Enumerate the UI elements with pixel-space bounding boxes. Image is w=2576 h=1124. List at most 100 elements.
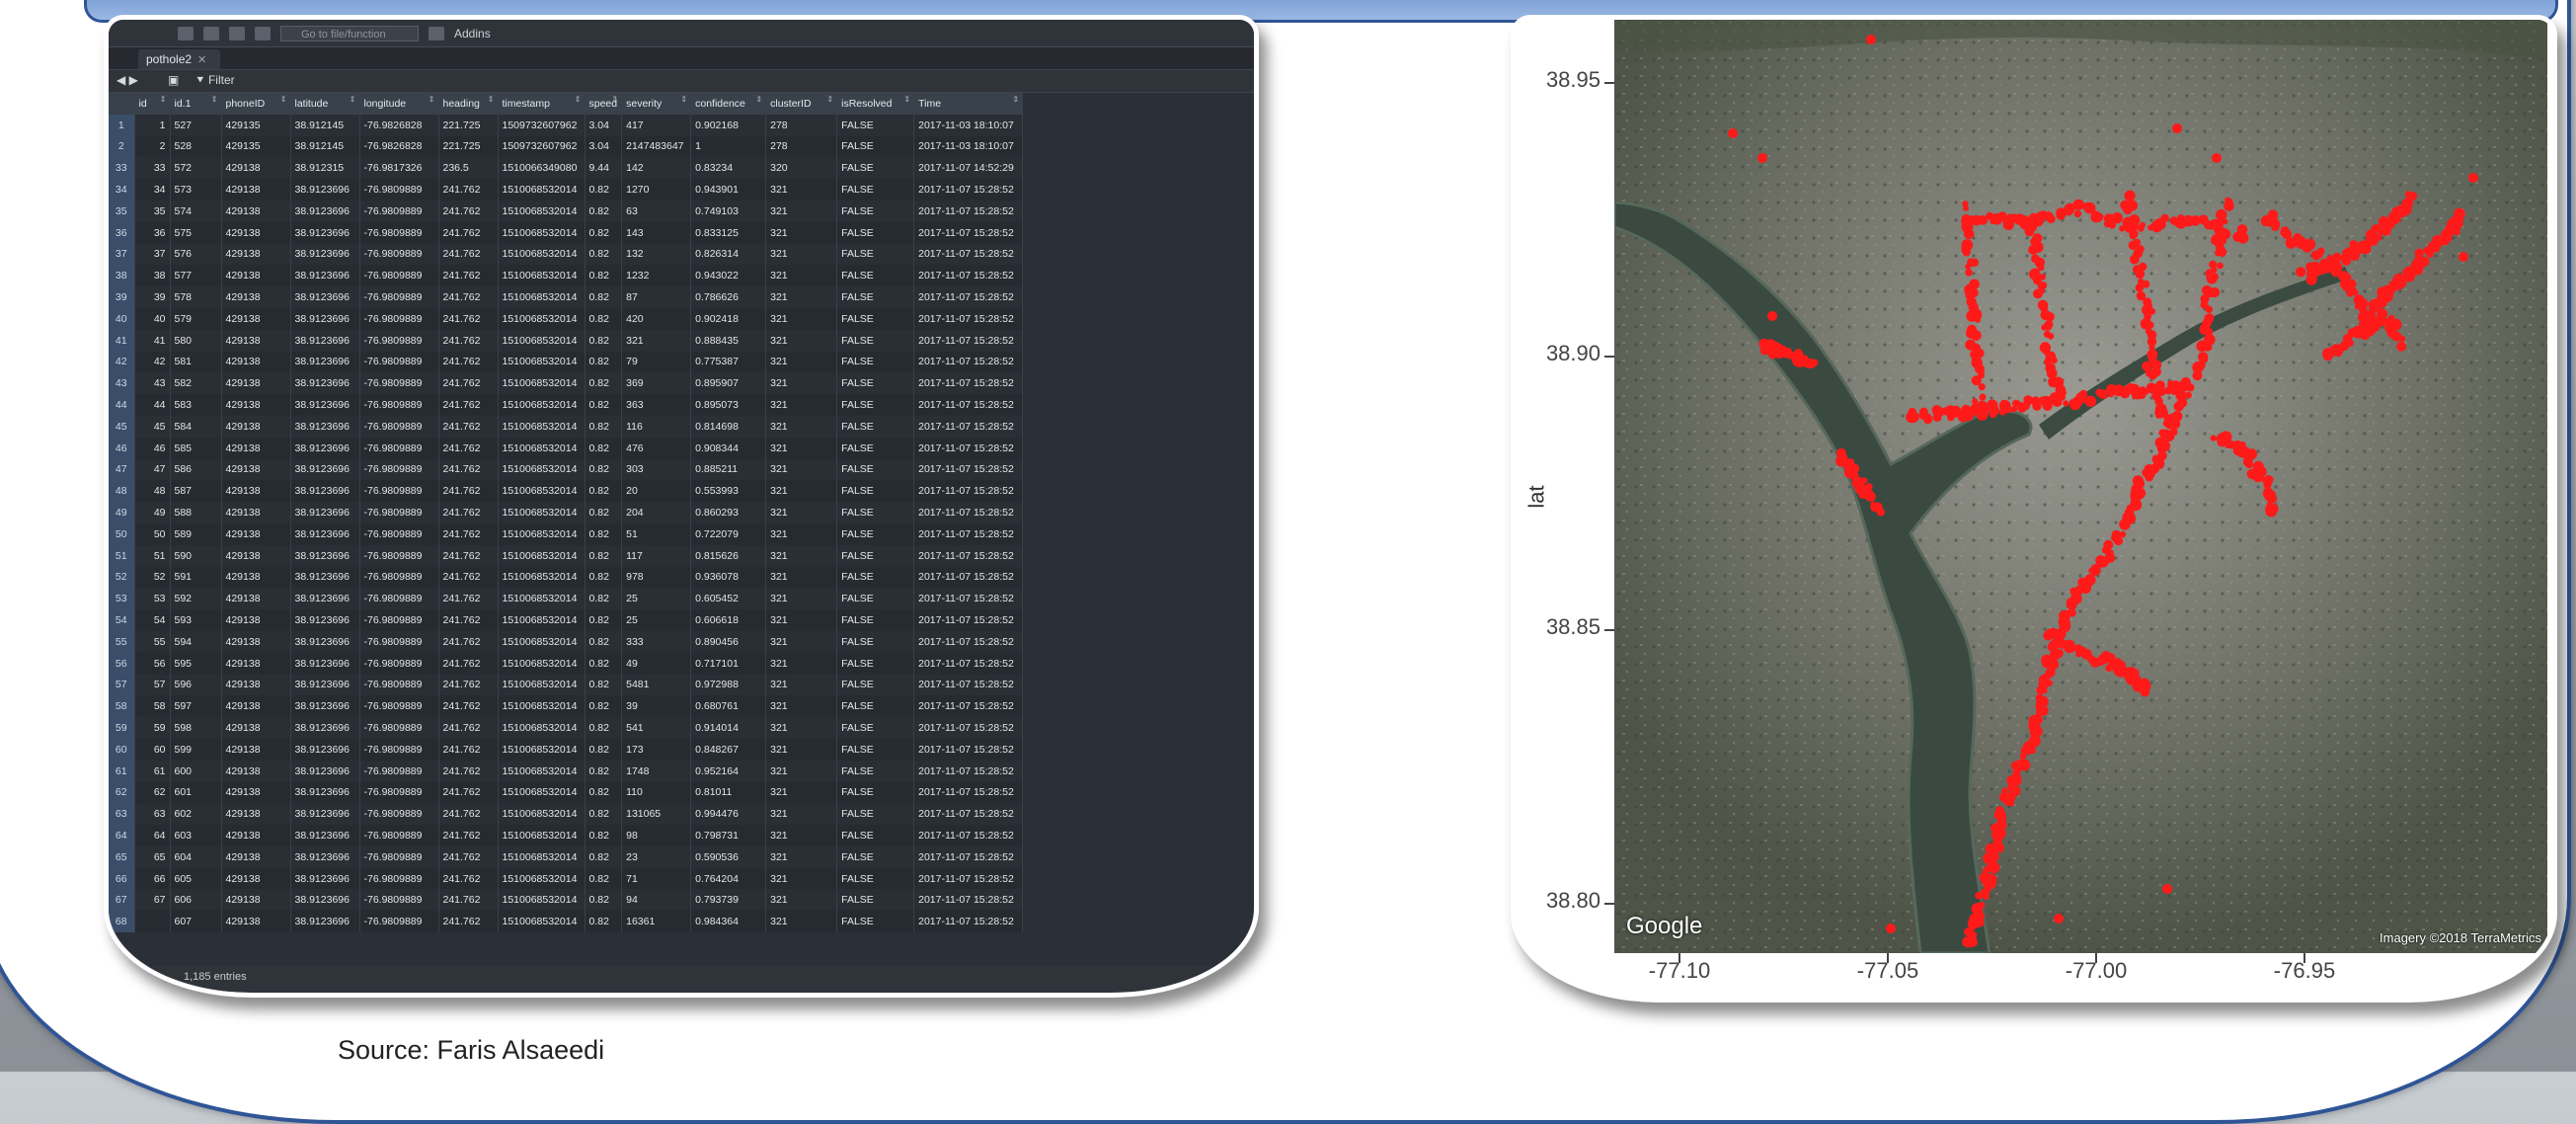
table-row[interactable]: 36 36 575 429138 38.9123696 -76.9809889 241.76… (109, 221, 1024, 244)
sort-icon[interactable]: ⇕ (611, 95, 618, 104)
table-cell: 417 (621, 114, 692, 136)
column-header[interactable]: isResolved ⇕ (836, 93, 915, 115)
sort-icon[interactable]: ⇕ (680, 95, 687, 104)
table-row[interactable]: 48 48 587 429138 38.9123696 -76.9809889 241.76… (109, 480, 1024, 503)
table-row[interactable]: 50 50 589 429138 38.9123696 -76.9809889 241.76… (109, 522, 1024, 545)
table-row[interactable]: 59 59 598 429138 38.9123696 -76.9809889 241.76… (109, 717, 1024, 739)
sort-icon[interactable]: ⇕ (350, 95, 356, 104)
table-row[interactable]: 55 55 594 429138 38.9123696 -76.9809889 241.76… (109, 630, 1024, 653)
table-row[interactable]: 45 45 584 429138 38.9123696 -76.9809889 241.76… (109, 415, 1024, 438)
column-header[interactable]: longitude ⇕ (359, 93, 439, 115)
pothole-point (2066, 599, 2077, 610)
table-cell: 9.44 (585, 157, 623, 180)
table-cell: 38.9123696 (290, 458, 360, 481)
table-row[interactable]: 35 35 574 429138 38.9123696 -76.9809889 241.76… (109, 200, 1024, 222)
table-row[interactable]: 66 66 605 429138 38.9123696 -76.9809889 241.76… (109, 867, 1024, 890)
table-row[interactable]: 62 62 601 429138 38.9123696 -76.9809889 241.76… (109, 781, 1024, 804)
table-row[interactable]: 47 47 586 429138 38.9123696 -76.9809889 241.76… (109, 458, 1024, 481)
table-row[interactable]: 58 58 597 429138 38.9123696 -76.9809889 241.76… (109, 695, 1024, 718)
save-icon[interactable] (229, 26, 245, 40)
column-header[interactable]: clusterID ⇕ (765, 93, 838, 115)
addins-menu[interactable]: Addins (454, 27, 491, 40)
table-row[interactable]: 65 65 604 429138 38.9123696 -76.9809889 241.76… (109, 845, 1024, 868)
table-row[interactable]: 2 2 528 429135 38.912145 -76.9826828 221.725 15… (109, 135, 1024, 158)
table-row[interactable]: 44 44 583 429138 38.9123696 -76.9809889 241.76… (109, 394, 1024, 416)
table-row[interactable]: 53 53 592 429138 38.9123696 -76.9809889 241.76… (109, 588, 1024, 610)
column-header[interactable]: phoneID ⇕ (221, 93, 291, 115)
table-row[interactable]: 64 64 603 429138 38.9123696 -76.9809889 241.76… (109, 825, 1024, 846)
table-row[interactable]: 46 46 585 429138 38.9123696 -76.9809889 241.76… (109, 437, 1024, 459)
sort-icon[interactable]: ⇕ (1012, 95, 1019, 104)
table-row[interactable]: 67 67 606 429138 38.9123696 -76.9809889 241.76… (109, 889, 1024, 912)
table-cell: -76.9809889 (359, 845, 439, 868)
table-cell: 241.762 (438, 630, 499, 653)
table-row[interactable]: 34 34 573 429138 38.9123696 -76.9809889 241.76… (109, 179, 1024, 201)
new-file-icon[interactable] (178, 26, 194, 40)
sort-icon[interactable]: ⇕ (280, 95, 287, 104)
sort-icon[interactable]: ⇕ (160, 95, 167, 104)
sort-icon[interactable]: ⇕ (826, 95, 833, 104)
sort-icon[interactable]: ⇕ (211, 95, 218, 104)
row-number: 55 (109, 630, 135, 653)
table-row[interactable]: 42 42 581 429138 38.9123696 -76.9809889 241.76… (109, 351, 1024, 373)
table-row[interactable]: 41 41 580 429138 38.9123696 -76.9809889 241.76… (109, 329, 1024, 352)
column-header[interactable]: latitude ⇕ (290, 93, 360, 115)
pothole-point (2033, 288, 2043, 299)
table-cell: 429138 (221, 351, 291, 373)
column-header[interactable]: timestamp ⇕ (498, 93, 585, 115)
sort-icon[interactable]: ⇕ (755, 95, 762, 104)
table-row[interactable]: 54 54 593 429138 38.9123696 -76.9809889 241.76… (109, 609, 1024, 631)
table-cell: 51 (134, 544, 171, 567)
goto-file-input[interactable]: Go to file/function (280, 25, 419, 41)
table-row[interactable]: 63 63 602 429138 38.9123696 -76.9809889 241.76… (109, 803, 1024, 826)
table-cell: FALSE (836, 415, 915, 438)
column-header[interactable]: confidence ⇕ (690, 93, 767, 115)
table-row[interactable]: 43 43 582 429138 38.9123696 -76.9809889 241.76… (109, 372, 1024, 395)
table-row[interactable]: 60 60 599 429138 38.9123696 -76.9809889 241.76… (109, 738, 1024, 761)
close-icon[interactable]: ✕ (197, 54, 206, 66)
back-icon[interactable]: ◀ ▶ (117, 73, 138, 87)
table-cell: 55 (134, 630, 171, 653)
table-row[interactable]: 39 39 578 429138 38.9123696 -76.9809889 241.76… (109, 286, 1024, 308)
pothole-point (2051, 357, 2058, 364)
sort-icon[interactable]: ⇕ (903, 95, 910, 104)
table-cell: 576 (170, 243, 222, 266)
column-header[interactable]: speed ⇕ (585, 93, 623, 115)
table-row[interactable]: 57 57 596 429138 38.9123696 -76.9809889 241.76… (109, 674, 1024, 696)
pothole-point (1987, 863, 1995, 873)
tab-pothole2[interactable]: pothole2 ✕ (138, 49, 221, 69)
column-header[interactable]: Time ⇕ (913, 93, 1024, 115)
table-cell: 1510068532014 (498, 609, 585, 631)
popout-icon[interactable]: ▣ (168, 73, 179, 87)
table-row[interactable]: 68 607 429138 38.9123696 -76.9809889 241.762 1… (109, 911, 1024, 933)
table-row[interactable]: 56 56 595 429138 38.9123696 -76.9809889 241.76… (109, 652, 1024, 675)
sort-icon[interactable]: ⇕ (575, 95, 582, 104)
table-row[interactable]: 49 49 588 429138 38.9123696 -76.9809889 241.76… (109, 502, 1024, 523)
table-cell: 98 (621, 825, 692, 846)
table-cell: 3.04 (585, 114, 623, 136)
satellite-map[interactable]: Google Imagery ©2018 TerraMetrics (1614, 20, 2547, 953)
column-header[interactable]: id.1 ⇕ (170, 93, 222, 115)
table-row[interactable]: 52 52 591 429138 38.9123696 -76.9809889 241.76… (109, 566, 1024, 589)
column-header[interactable]: severity ⇕ (621, 93, 692, 115)
grid-icon[interactable] (429, 26, 444, 40)
sort-icon[interactable]: ⇕ (488, 95, 495, 104)
table-cell: 0.82 (585, 351, 623, 373)
print-icon[interactable] (255, 26, 271, 40)
filter-button[interactable]: ⯆ Filter (195, 73, 235, 88)
table-row[interactable]: 33 33 572 429138 38.912315 -76.9817326 236.5 15… (109, 157, 1024, 180)
pothole-point (2403, 266, 2414, 277)
table-cell: 0.82 (585, 179, 623, 201)
table-cell: 50 (134, 522, 171, 545)
sort-icon[interactable]: ⇕ (429, 95, 435, 104)
table-row[interactable]: 40 40 579 429138 38.9123696 -76.9809889 241.76… (109, 307, 1024, 330)
table-row[interactable]: 38 38 577 429138 38.9123696 -76.9809889 241.76… (109, 265, 1024, 287)
table-row[interactable]: 1 1 527 429135 38.912145 -76.9826828 221.725 15… (109, 114, 1024, 136)
column-header[interactable]: heading ⇕ (438, 93, 499, 115)
table-cell: -76.9809889 (359, 480, 439, 503)
open-icon[interactable] (203, 26, 219, 40)
table-row[interactable]: 37 37 576 429138 38.9123696 -76.9809889 241.76… (109, 243, 1024, 266)
table-row[interactable]: 51 51 590 429138 38.9123696 -76.9809889 241.76… (109, 544, 1024, 567)
column-header[interactable]: id ⇕ (134, 93, 171, 115)
table-row[interactable]: 61 61 600 429138 38.9123696 -76.9809889 241.76… (109, 760, 1024, 782)
